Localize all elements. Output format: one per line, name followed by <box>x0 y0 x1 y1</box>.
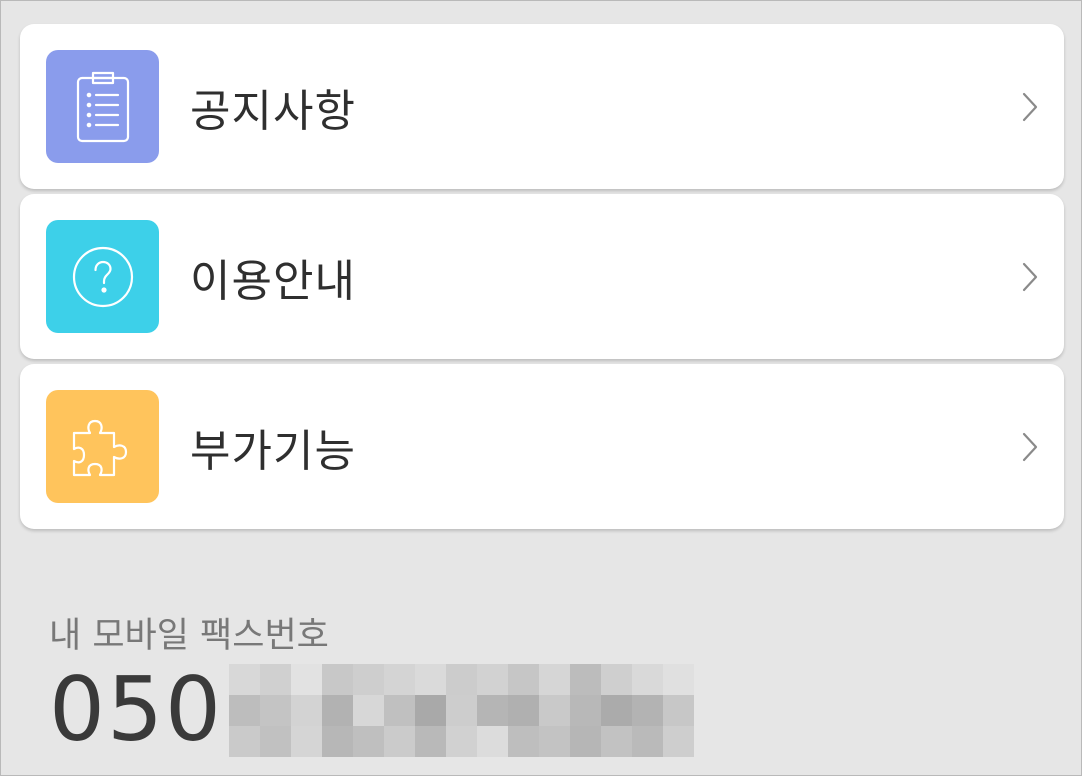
mosaic-cell <box>383 694 415 726</box>
fax-number-label: 내 모바일 팩스번호 <box>49 616 329 656</box>
mosaic-cell <box>538 663 570 695</box>
menu-item-label: 부가기능 <box>190 425 356 477</box>
menu-item-guide[interactable]: 이용안내 <box>20 194 1064 359</box>
menu-item-label: 이용안내 <box>190 255 356 307</box>
puzzle-piece-icon <box>72 419 127 476</box>
mosaic-cell <box>476 725 508 757</box>
mosaic-cell <box>259 694 291 726</box>
mosaic-cell <box>321 694 353 726</box>
mosaic-cell <box>507 663 539 695</box>
mosaic-cell <box>538 694 570 726</box>
mosaic-cell <box>569 694 601 726</box>
fax-number-prefix: 050 <box>49 658 223 761</box>
menu-item-addon[interactable]: 부가기능 <box>20 364 1064 529</box>
mosaic-cell <box>290 663 322 695</box>
mosaic-cell <box>445 725 477 757</box>
mosaic-cell <box>228 694 260 726</box>
notice-icon-tile <box>46 50 159 163</box>
mosaic-cell <box>352 694 384 726</box>
menu-item-label: 공지사항 <box>190 85 356 137</box>
mosaic-cell <box>662 694 694 726</box>
clipboard-list-icon <box>76 71 129 142</box>
mosaic-cell <box>352 663 384 695</box>
mosaic-cell <box>662 663 694 695</box>
mosaic-cell <box>414 663 446 695</box>
mosaic-cell <box>569 663 601 695</box>
mosaic-cell <box>600 725 632 757</box>
mosaic-cell <box>445 694 477 726</box>
mosaic-cell <box>600 694 632 726</box>
mosaic-cell <box>662 725 694 757</box>
mosaic-cell <box>538 725 570 757</box>
mosaic-cell <box>476 694 508 726</box>
mosaic-cell <box>259 663 291 695</box>
mosaic-cell <box>507 694 539 726</box>
fax-number: 050 <box>49 658 694 761</box>
chevron-right-icon <box>1022 432 1038 461</box>
mosaic-cell <box>383 725 415 757</box>
redacted-number-mosaic <box>228 663 694 757</box>
mosaic-cell <box>569 725 601 757</box>
mosaic-cell <box>321 663 353 695</box>
mosaic-cell <box>414 694 446 726</box>
mosaic-cell <box>228 663 260 695</box>
mosaic-cell <box>414 725 446 757</box>
mosaic-cell <box>631 725 663 757</box>
mosaic-cell <box>290 694 322 726</box>
mosaic-cell <box>259 725 291 757</box>
mosaic-cell <box>631 694 663 726</box>
mosaic-cell <box>228 725 260 757</box>
mosaic-cell <box>445 663 477 695</box>
mosaic-cell <box>321 725 353 757</box>
mosaic-cell <box>600 663 632 695</box>
mosaic-cell <box>352 725 384 757</box>
mosaic-cell <box>383 663 415 695</box>
guide-icon-tile <box>46 220 159 333</box>
chevron-right-icon <box>1022 262 1038 291</box>
chevron-right-icon <box>1022 92 1038 121</box>
mosaic-cell <box>476 663 508 695</box>
mosaic-cell <box>507 725 539 757</box>
mosaic-cell <box>290 725 322 757</box>
mosaic-cell <box>631 663 663 695</box>
menu-item-notice[interactable]: 공지사항 <box>20 24 1064 189</box>
addon-icon-tile <box>46 390 159 503</box>
question-circle-icon <box>72 246 133 307</box>
